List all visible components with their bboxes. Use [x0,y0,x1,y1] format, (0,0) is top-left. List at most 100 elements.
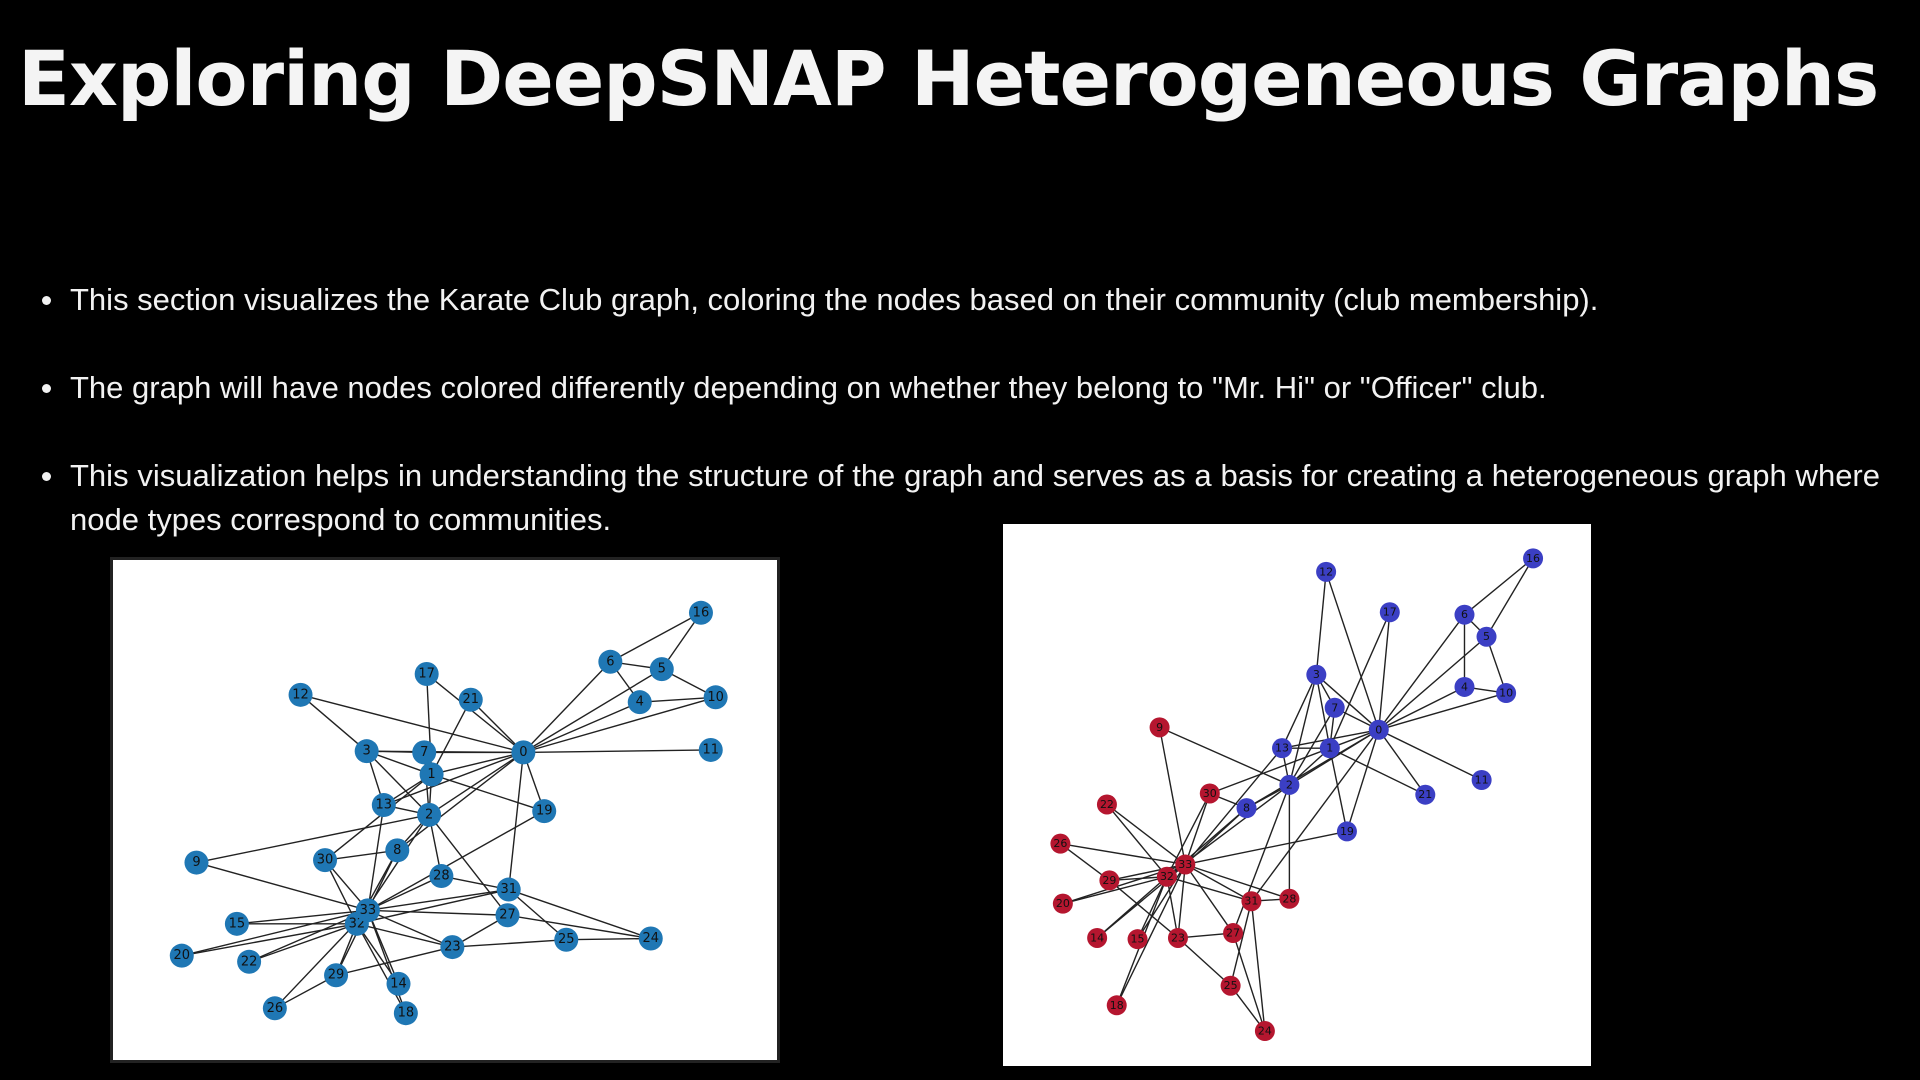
graph-node: 3 [354,739,379,764]
graph-node-label: 1 [427,767,435,782]
graph-node-label: 13 [376,798,393,813]
graph-edge [523,696,716,754]
graph-edge [522,661,611,753]
graph-node: 6 [1454,604,1475,625]
graph-node: 25 [1220,975,1241,996]
slide-title: Exploring DeepSNAP Heterogeneous Graphs [18,34,1879,123]
graph-edge [1329,747,1426,796]
graph-node-label: 33 [360,903,377,918]
graph-node-label: 19 [536,804,553,819]
karate-graph-plain-svg: 0123456789101112131415161718192021222324… [169,600,728,1026]
graph-node: 18 [1106,995,1127,1016]
graph-node: 26 [1050,833,1071,854]
graph-edge [426,673,524,753]
graph-edge [1378,614,1466,731]
graph-node-label: 0 [519,745,527,760]
graph-node: 0 [1368,719,1389,740]
graph-node: 24 [638,926,663,951]
graph-edge [1246,729,1380,809]
graph-node: 2 [1279,774,1300,795]
graph-node: 7 [412,740,437,765]
graph-node: 30 [1199,783,1220,804]
graph-node: 8 [1236,798,1257,819]
graph-node-label: 24 [1258,1025,1272,1038]
graph-node-label: 17 [1383,606,1397,619]
graph-node-label: 18 [398,1006,415,1021]
graph-node-label: 22 [241,954,258,969]
graph-node: 22 [1096,794,1117,815]
karate-graph-by-club-svg: 01234567891011121314 15161718192021222324… [1050,548,1544,1042]
graph-node-label: 8 [393,843,401,858]
graph-node: 19 [532,799,557,824]
graph-node: 31 [1241,891,1262,912]
graph-node-label: 7 [1331,701,1338,714]
graph-edge [1158,727,1186,865]
graph-edge [507,914,651,940]
graph-node: 3 [1306,664,1327,685]
bullet-text: This section visualizes the Karate Club … [70,282,1599,317]
graph-node-label: 12 [292,687,309,702]
graph-node-label: 10 [1499,687,1513,700]
bullet-dot-icon [42,384,51,393]
graph-node-label: 3 [363,744,371,759]
graph-edge [1060,842,1186,866]
graph-node: 25 [554,927,579,952]
graph-node-label: 18 [1110,999,1124,1012]
graph-node: 33 [1175,854,1196,875]
graph-node-label: 27 [1226,927,1240,940]
graph-edge [367,909,508,916]
graph-node: 7 [1324,697,1345,718]
graph-edge [1464,557,1534,616]
graph-edge [181,909,369,957]
graph-edge [1159,726,1290,786]
graph-node: 23 [440,935,465,960]
graph-node-label: 26 [267,1001,284,1016]
graph-node-label: 28 [433,869,450,884]
graph-node-label: 25 [558,932,575,947]
graph-node: 9 [1149,717,1170,738]
graph-node: 0 [511,740,536,765]
graph-node-label: 24 [642,931,659,946]
graph-node-label: 29 [1102,874,1116,887]
graph-edge [1184,864,1234,934]
graph-edge [1106,804,1168,878]
graph-edge [610,612,702,663]
graph-node-label: 31 [500,882,517,897]
graph-node-label: 3 [1313,668,1320,681]
graph-node: 19 [1336,821,1357,842]
graph-node-label: 25 [1224,979,1238,992]
graph-node-label: 13 [1275,742,1289,755]
graph-node: 33 [355,898,380,923]
graph-node: 15 [224,911,249,936]
graph-node: 26 [262,996,287,1021]
graph-edge [452,939,567,948]
graph-node: 27 [1223,923,1244,944]
graph-node-label: 23 [1171,931,1185,944]
graph-node-label: 8 [1243,802,1250,815]
graph-node-label: 6 [606,654,614,669]
graph-node-label: 5 [658,662,666,677]
graph-node: 12 [288,682,313,707]
graph-node: 13 [1272,738,1293,759]
graph-edge [1106,803,1186,866]
graph-node: 6 [598,649,623,674]
graph-node: 15 [1127,929,1148,950]
graph-node: 28 [429,864,454,889]
graph-edge [356,888,509,925]
graph-node-label: 7 [420,745,428,760]
graph-node-label: 14 [1090,931,1104,944]
graph-node-label: 15 [229,916,246,931]
graph-edge [508,752,525,890]
graph-node-label: 0 [1375,723,1382,736]
graph-node: 10 [703,685,728,710]
graph-node-label: 4 [636,695,644,710]
graph-edge [248,923,358,963]
graph-node: 21 [458,687,483,712]
bullet-item: This visualization helps in understandin… [40,454,1880,542]
graph-node-label: 27 [499,908,516,923]
graph-node-label: 21 [462,692,479,707]
bullet-item: The graph will have nodes colored differ… [40,366,1880,410]
graph-node: 12 [1316,561,1337,582]
graph-node: 16 [688,600,713,625]
graph-node-label: 15 [1131,933,1145,946]
